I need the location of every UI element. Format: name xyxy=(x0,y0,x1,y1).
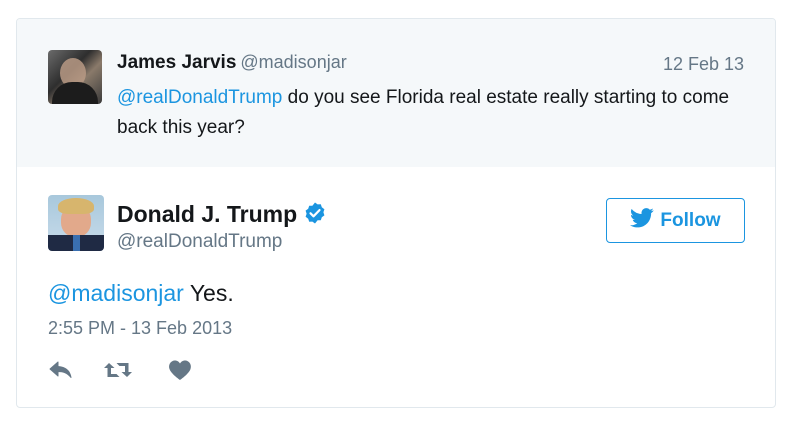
retweet-icon[interactable] xyxy=(103,359,133,386)
parent-tweet-text: @realDonaldTrump do you see Florida real… xyxy=(117,83,757,143)
parent-tweet[interactable]: James Jarvis @madisonjar 12 Feb 13 @realD… xyxy=(17,19,775,167)
avatar-body xyxy=(52,82,98,104)
parent-author[interactable]: James Jarvis @madisonjar xyxy=(117,52,347,74)
avatar[interactable] xyxy=(48,195,104,251)
tweet-body-text: Yes. xyxy=(183,280,234,306)
avatar-tie xyxy=(73,235,80,251)
parent-mention-link[interactable]: @realDonaldTrump xyxy=(117,87,282,108)
tweet-text: @madisonjar Yes. xyxy=(48,280,234,307)
author-name-row[interactable]: Donald J. Trump xyxy=(117,201,327,231)
parent-date[interactable]: 12 Feb 13 xyxy=(663,54,744,75)
follow-label: Follow xyxy=(660,209,721,231)
avatar-hair xyxy=(58,198,94,214)
author-name[interactable]: Donald J. Trump xyxy=(117,201,297,227)
tweet-card: James Jarvis @madisonjar 12 Feb 13 @realD… xyxy=(16,18,776,408)
verified-badge-icon xyxy=(303,201,327,231)
author-handle[interactable]: @realDonaldTrump xyxy=(117,231,282,253)
avatar[interactable] xyxy=(48,50,102,104)
reply-icon[interactable] xyxy=(48,359,74,386)
heart-icon[interactable] xyxy=(168,359,192,386)
tweet-timestamp[interactable]: 2:55 PM - 13 Feb 2013 xyxy=(48,318,232,339)
mention-link[interactable]: @madisonjar xyxy=(48,280,184,306)
bird-icon xyxy=(630,207,655,234)
parent-author-name[interactable]: James Jarvis xyxy=(117,52,236,73)
parent-author-handle[interactable]: @madisonjar xyxy=(240,52,346,72)
follow-button[interactable]: Follow xyxy=(606,198,745,243)
